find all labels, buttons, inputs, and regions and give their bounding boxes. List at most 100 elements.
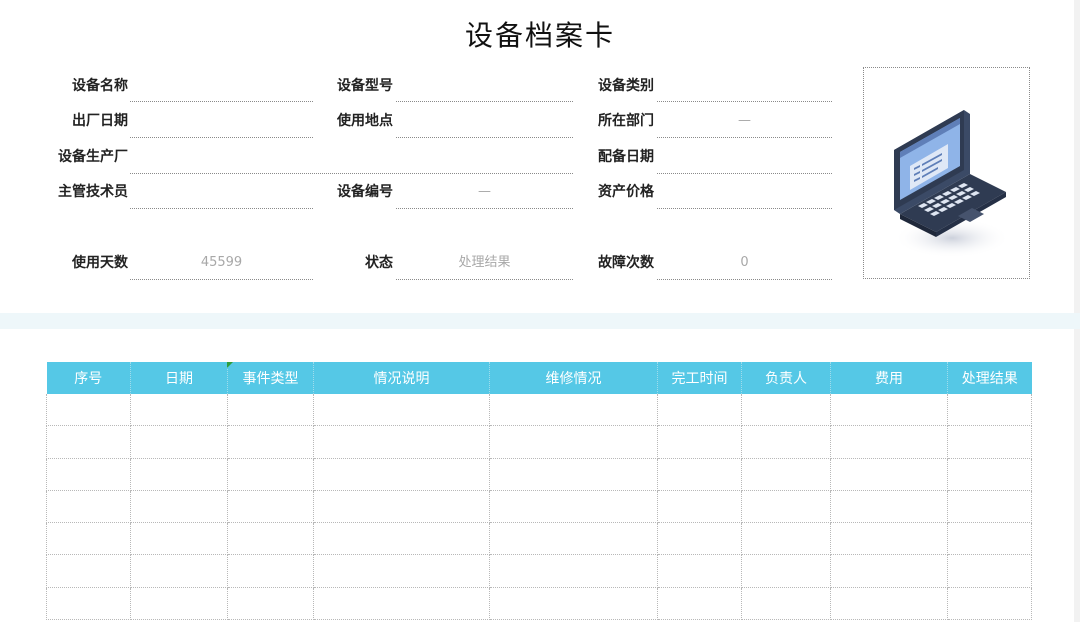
field-device-number[interactable] — [396, 208, 573, 209]
field-device-category[interactable] — [657, 101, 832, 102]
value-device-name[interactable] — [130, 75, 313, 97]
table-cell[interactable] — [741, 490, 831, 524]
table-cell[interactable] — [46, 587, 131, 621]
table-cell[interactable] — [130, 425, 228, 459]
table-cell[interactable] — [657, 554, 742, 588]
table-cell[interactable] — [947, 522, 1032, 556]
field-status[interactable] — [396, 279, 573, 280]
field-use-location[interactable] — [396, 137, 573, 138]
value-department[interactable]: — — [657, 110, 832, 132]
table-cell[interactable] — [489, 394, 658, 427]
table-cell[interactable] — [830, 394, 948, 427]
table-cell[interactable] — [947, 425, 1032, 459]
table-cell[interactable] — [489, 522, 658, 556]
table-cell[interactable] — [830, 490, 948, 524]
value-device-model[interactable] — [396, 75, 573, 97]
table-cell[interactable] — [46, 458, 131, 491]
value-fault-count[interactable]: 0 — [657, 252, 832, 274]
value-manufacturer[interactable] — [130, 146, 573, 168]
column-header[interactable]: 处理结果 — [947, 362, 1032, 394]
table-cell[interactable] — [657, 490, 742, 524]
table-cell[interactable] — [130, 394, 228, 427]
value-device-category[interactable] — [657, 75, 832, 97]
table-cell[interactable] — [313, 490, 490, 524]
table-cell[interactable] — [46, 554, 131, 588]
table-cell[interactable] — [227, 490, 314, 524]
table-cell[interactable] — [830, 522, 948, 556]
column-header[interactable]: 完工时间 — [657, 362, 742, 394]
field-factory-date[interactable] — [130, 137, 313, 138]
field-assign-date[interactable] — [657, 173, 832, 174]
table-cell[interactable] — [313, 587, 490, 621]
table-cell[interactable] — [741, 522, 831, 556]
table-cell[interactable] — [947, 554, 1032, 588]
table-cell[interactable] — [741, 425, 831, 459]
value-supervisor[interactable] — [130, 181, 313, 203]
table-cell[interactable] — [489, 554, 658, 588]
field-device-name[interactable] — [130, 101, 313, 102]
table-cell[interactable] — [947, 587, 1032, 621]
table-cell[interactable] — [227, 394, 314, 427]
table-cell[interactable] — [830, 425, 948, 459]
column-header[interactable]: 费用 — [830, 362, 948, 394]
table-cell[interactable] — [657, 425, 742, 459]
column-header[interactable]: 负责人 — [741, 362, 831, 394]
table-cell[interactable] — [489, 587, 658, 621]
table-cell[interactable] — [741, 554, 831, 588]
column-header[interactable]: 维修情况 — [489, 362, 658, 394]
column-header[interactable]: 事件类型 — [227, 362, 314, 394]
field-fault-count[interactable] — [657, 279, 832, 280]
table-cell[interactable] — [130, 587, 228, 621]
table-cell[interactable] — [741, 458, 831, 491]
table-cell[interactable] — [46, 425, 131, 459]
table-cell[interactable] — [227, 587, 314, 621]
column-header[interactable]: 日期 — [130, 362, 228, 394]
table-cell[interactable] — [489, 458, 658, 491]
value-factory-date[interactable] — [130, 110, 313, 132]
field-asset-price[interactable] — [657, 208, 832, 209]
field-manufacturer[interactable] — [130, 173, 573, 174]
table-cell[interactable] — [657, 394, 742, 427]
table-cell[interactable] — [130, 490, 228, 524]
table-cell[interactable] — [313, 554, 490, 588]
table-cell[interactable] — [227, 554, 314, 588]
table-cell[interactable] — [657, 458, 742, 491]
table-cell[interactable] — [227, 425, 314, 459]
table-cell[interactable] — [830, 587, 948, 621]
value-days-used[interactable]: 45599 — [130, 252, 313, 274]
table-cell[interactable] — [227, 522, 314, 556]
value-device-number[interactable]: — — [396, 181, 573, 203]
table-cell[interactable] — [313, 425, 490, 459]
column-header[interactable]: 情况说明 — [313, 362, 490, 394]
table-cell[interactable] — [741, 394, 831, 427]
table-cell[interactable] — [227, 458, 314, 491]
table-cell[interactable] — [830, 554, 948, 588]
table-cell[interactable] — [313, 522, 490, 556]
table-cell[interactable] — [657, 522, 742, 556]
table-cell[interactable] — [46, 490, 131, 524]
table-cell[interactable] — [130, 458, 228, 491]
table-cell[interactable] — [130, 554, 228, 588]
field-days-used[interactable] — [130, 279, 313, 280]
value-assign-date[interactable] — [657, 146, 832, 168]
table-cell[interactable] — [657, 587, 742, 621]
table-cell[interactable] — [741, 587, 831, 621]
table-cell[interactable] — [489, 490, 658, 524]
table-cell[interactable] — [130, 522, 228, 556]
value-use-location[interactable] — [396, 110, 573, 132]
table-cell[interactable] — [947, 490, 1032, 524]
table-cell[interactable] — [830, 458, 948, 491]
field-device-model[interactable] — [396, 101, 573, 102]
table-cell[interactable] — [947, 458, 1032, 491]
value-asset-price[interactable] — [657, 181, 832, 203]
table-cell[interactable] — [46, 394, 131, 427]
table-cell[interactable] — [313, 458, 490, 491]
column-header[interactable]: 序号 — [46, 362, 131, 394]
value-status[interactable]: 处理结果 — [396, 252, 573, 274]
field-department[interactable] — [657, 137, 832, 138]
device-image-frame[interactable] — [863, 67, 1030, 279]
table-cell[interactable] — [313, 394, 490, 427]
table-cell[interactable] — [947, 394, 1032, 427]
table-cell[interactable] — [489, 425, 658, 459]
field-supervisor[interactable] — [130, 208, 313, 209]
